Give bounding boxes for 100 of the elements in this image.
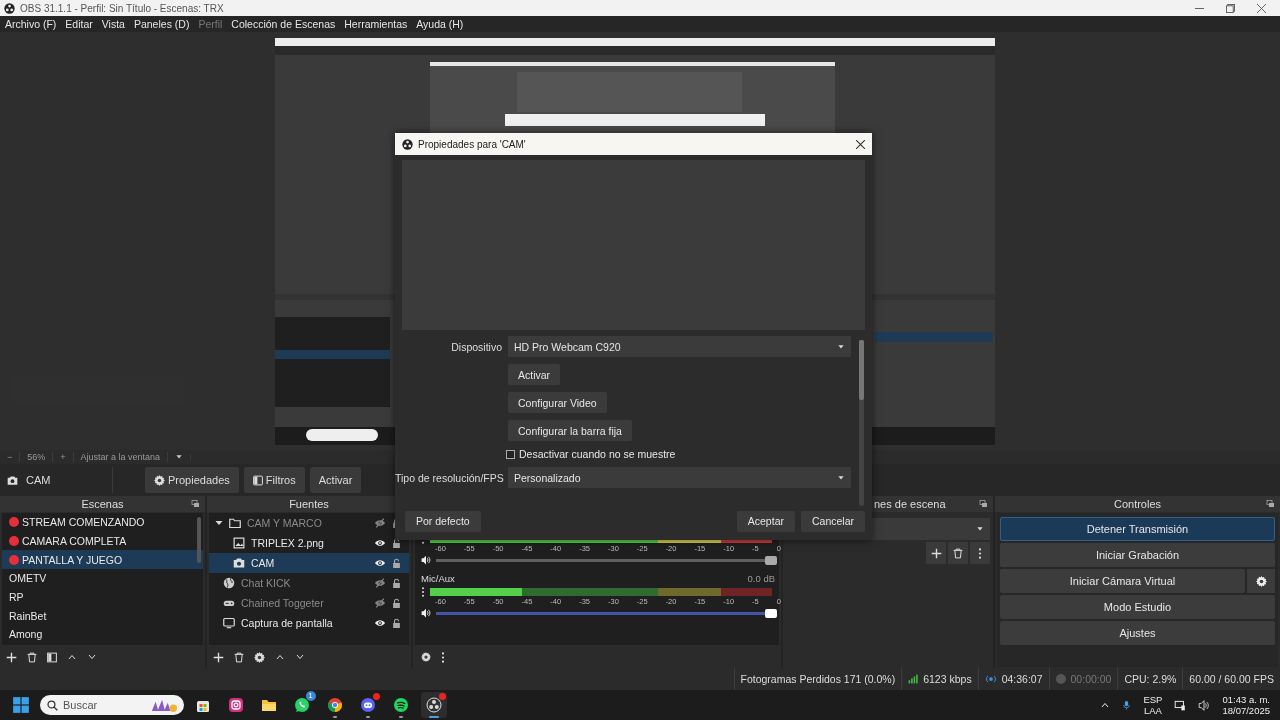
chevron-up-icon	[275, 653, 285, 661]
scene-name: PANTALLA Y JUEGO	[22, 553, 123, 566]
settings-button[interactable]	[1247, 569, 1275, 593]
control-button[interactable]: Ajustes	[1000, 621, 1275, 645]
taskbar-app[interactable]	[420, 692, 447, 718]
folder-icon	[229, 517, 241, 529]
camera-app-icon	[227, 697, 244, 713]
keyboard-layout[interactable]: LAA	[1143, 705, 1162, 716]
fit-to-window-option[interactable]: Ajustar a la ventana	[73, 452, 169, 462]
volume-slider[interactable]	[436, 558, 775, 562]
dropdown[interactable]: Personalizado	[508, 467, 851, 488]
network-icon	[1174, 699, 1187, 711]
scene-name: Among	[9, 628, 43, 641]
chevron-up-icon	[1100, 701, 1111, 709]
more-button[interactable]	[970, 542, 990, 564]
flowers-icon	[150, 698, 178, 712]
source-name: TRIPLEX 2.png	[251, 537, 325, 549]
scene-item[interactable]: STREAM COMENZANDO	[2, 513, 203, 532]
scene-name: CAMARA COMPLETA	[22, 535, 127, 548]
dialog-button[interactable]: Configurar la barra fija	[508, 420, 632, 441]
browser-icon	[326, 697, 343, 713]
scene-item[interactable]: CAMARA COMPLETA	[2, 531, 203, 551]
toolbar-button[interactable]: Activar	[309, 467, 362, 493]
menu-item[interactable]: Ayuda (H)	[416, 18, 464, 30]
dialog-button[interactable]: Por defecto	[405, 510, 481, 532]
dialog-button[interactable]: Aceptar	[736, 510, 795, 532]
add-button[interactable]	[926, 542, 946, 564]
control-button[interactable]: Detener Transmisión	[1000, 517, 1275, 541]
add-icon	[213, 651, 224, 663]
scene-item[interactable]: PANTALLA Y JUEGO	[2, 550, 203, 570]
scene-item[interactable]: RP	[2, 587, 203, 607]
zoom-out-button[interactable]: −	[0, 452, 21, 462]
control-button[interactable]: Modo Estudio	[1000, 595, 1275, 619]
scene-item[interactable]: Among	[2, 625, 203, 644]
source-item[interactable]: CAM	[209, 553, 409, 573]
caret-icon	[976, 526, 984, 532]
source-name: Captura de pantalla	[241, 617, 334, 629]
folder-icon	[259, 697, 278, 713]
dialog-button[interactable]: Configurar Video	[508, 392, 607, 413]
search-field[interactable]: Buscar	[40, 695, 184, 715]
undock-icon	[979, 500, 988, 508]
search-icon	[47, 699, 58, 711]
scene-item[interactable]: RainBet	[2, 606, 203, 626]
eye-hidden-icon	[374, 598, 386, 608]
panel-title: Escenas	[81, 498, 124, 510]
stream-time: 04:36:07	[1001, 673, 1043, 685]
menu-item[interactable]: Archivo (F)	[5, 18, 57, 30]
source-item[interactable]: Captura de pantalla	[209, 613, 409, 633]
add-icon	[930, 547, 942, 559]
clock-date[interactable]: 18/07/2025	[1222, 705, 1270, 716]
caret-icon	[837, 474, 845, 481]
source-item[interactable]: Chained Toggeter	[209, 593, 409, 613]
panel-title: nes de escena	[874, 498, 946, 510]
checkbox-label[interactable]: Desactivar cuando no se muestre	[519, 448, 676, 460]
chevron-down-icon	[295, 653, 305, 661]
menu-item[interactable]: Herramientas	[344, 18, 408, 30]
eye-icon	[374, 538, 386, 548]
monitor-icon	[223, 617, 235, 629]
dialog-button[interactable]: Cancelar	[800, 510, 865, 532]
lock-icon	[392, 537, 401, 549]
menu-item[interactable]: Editar	[65, 18, 93, 30]
close-icon[interactable]	[1257, 3, 1266, 13]
bitrate: 6123 kbps	[923, 673, 972, 685]
app-logo-icon	[402, 138, 413, 150]
scene-name: RP	[9, 591, 24, 604]
language[interactable]: ESP	[1143, 694, 1163, 705]
settings-icon	[1255, 575, 1267, 587]
toolbar-button[interactable]: Filtros	[243, 467, 305, 493]
delete-button[interactable]	[948, 542, 968, 564]
menu-item[interactable]: Colección de Escenas	[231, 18, 336, 30]
lock-icon	[392, 617, 401, 629]
start-icon	[12, 696, 30, 714]
close-icon[interactable]	[856, 139, 865, 149]
more-icon	[421, 587, 425, 597]
window-title: OBS 31.1.1 - Perfil: Sin Título - Escenas: TRX	[20, 2, 224, 14]
volume-slider[interactable]	[436, 611, 775, 615]
scrollbar[interactable]	[197, 517, 201, 563]
scene-item[interactable]: OMETV	[2, 569, 203, 588]
music-app-icon	[392, 697, 409, 713]
selected-source-name: CAM	[26, 474, 51, 486]
zoom-in-button[interactable]: +	[53, 452, 74, 462]
menu-item[interactable]: Vista	[101, 18, 125, 30]
signal-icon	[908, 674, 919, 684]
toolbar-button[interactable]: Propiedades	[145, 467, 239, 493]
dialog-button[interactable]: Activar	[508, 364, 561, 385]
control-button[interactable]: Iniciar Cámara Virtual	[1000, 569, 1245, 593]
checkbox[interactable]	[506, 449, 515, 459]
eye-hidden-icon	[374, 518, 386, 528]
maximize-icon[interactable]	[1226, 3, 1235, 13]
dropdown[interactable]: HD Pro Webcam C920	[508, 336, 851, 357]
recorder-app-icon	[425, 697, 442, 713]
control-button[interactable]: Iniciar Grabación	[1000, 543, 1275, 567]
menu-item[interactable]: Paneles (D)	[133, 18, 190, 30]
source-item[interactable]: Chat KICK	[209, 573, 409, 593]
eye-icon	[374, 558, 386, 568]
source-item[interactable]: TRIPLEX 2.png	[209, 533, 409, 553]
lock-icon	[392, 577, 401, 589]
clock-time[interactable]: 01:43 a. m.	[1222, 694, 1270, 705]
undock-icon	[191, 500, 200, 508]
scrollbar[interactable]	[859, 340, 864, 506]
